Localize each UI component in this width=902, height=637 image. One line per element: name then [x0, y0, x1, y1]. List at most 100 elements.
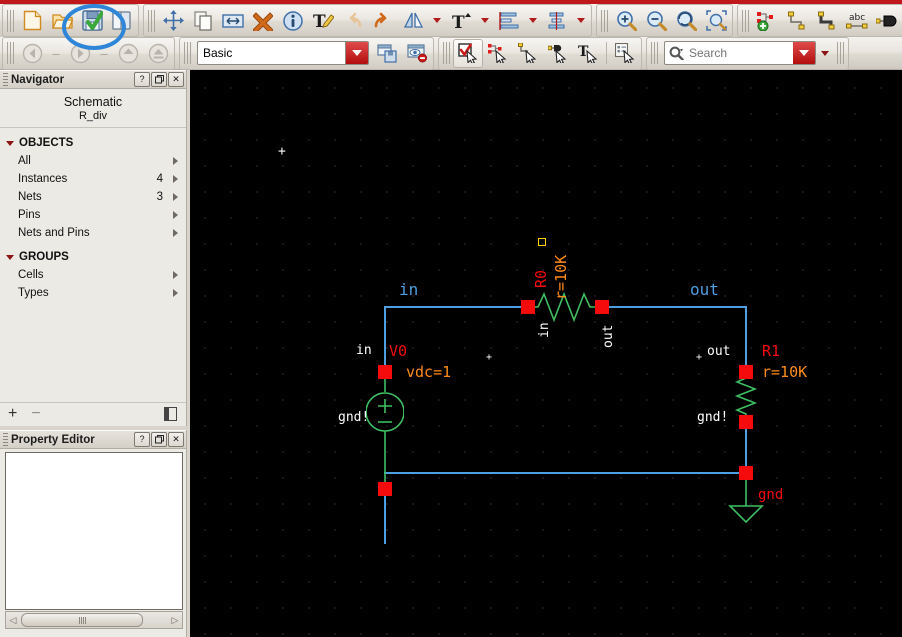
- wire-in-top[interactable]: [384, 306, 530, 308]
- search-dropdown-icon[interactable]: [793, 42, 815, 64]
- text-pencil-icon[interactable]: T: [308, 6, 338, 35]
- zoom-in-icon[interactable]: [611, 6, 641, 35]
- instance-label-v0[interactable]: V0: [389, 344, 407, 359]
- panel-grip[interactable]: [3, 73, 8, 86]
- toolbar-grip[interactable]: [7, 9, 15, 32]
- pin-v0-plus[interactable]: [378, 365, 392, 379]
- align-menu-caret[interactable]: [524, 6, 542, 35]
- toolbar-grip[interactable]: [742, 9, 750, 32]
- zoom-fit-icon[interactable]: [701, 6, 731, 35]
- pin-r1-bottom[interactable]: [739, 415, 753, 429]
- param-label-v0-vdc[interactable]: vdc=1: [406, 365, 451, 380]
- toolbar-grip[interactable]: [7, 42, 15, 64]
- tree-item-cells[interactable]: Cells: [0, 266, 186, 284]
- selection-handle[interactable]: [538, 238, 546, 246]
- tree-item-types[interactable]: Types: [0, 284, 186, 302]
- toolbar-grip[interactable]: [651, 42, 659, 64]
- chevron-right-icon[interactable]: [173, 193, 178, 201]
- pin-icon[interactable]: [872, 6, 902, 35]
- property-editor-hscrollbar[interactable]: ◁ ▷: [5, 611, 183, 629]
- view-mode-combo[interactable]: Basic: [197, 41, 369, 65]
- select-wire-cursor-icon[interactable]: [513, 39, 543, 68]
- search-options-caret[interactable]: [816, 39, 834, 68]
- instance-label-r0[interactable]: R0: [532, 270, 550, 288]
- pin-r0-right[interactable]: [595, 300, 609, 314]
- chevron-down-icon[interactable]: [6, 254, 14, 260]
- select-text-cursor-icon[interactable]: T: [573, 39, 603, 68]
- chevron-right-icon[interactable]: [173, 175, 178, 183]
- instance-label-r1[interactable]: R1: [762, 344, 780, 359]
- navigator-close-button[interactable]: ✕: [168, 72, 184, 87]
- toolbar-grip[interactable]: [443, 42, 451, 64]
- schematic-canvas[interactable]: in out in V0 vdc=1 gnd! R0 r=10K in out …: [190, 70, 902, 637]
- delete-x-icon[interactable]: [248, 6, 278, 35]
- param-label-r1-r[interactable]: r=10K: [762, 365, 807, 380]
- wire-out-top[interactable]: [602, 306, 746, 308]
- pin-v0-minus[interactable]: [378, 482, 392, 496]
- select-note-cursor-icon[interactable]: [610, 39, 640, 68]
- add-instance-icon[interactable]: [752, 6, 782, 35]
- toolbar-grip[interactable]: [184, 42, 192, 64]
- select-pin-cursor-icon[interactable]: [543, 39, 573, 68]
- tree-item-nets[interactable]: Nets 3: [0, 188, 186, 206]
- delete-window-icon[interactable]: [402, 39, 432, 68]
- chevron-right-icon[interactable]: [173, 229, 178, 237]
- distribute-menu-caret[interactable]: [572, 6, 590, 35]
- copy-pages-icon[interactable]: [188, 6, 218, 35]
- add-button[interactable]: +: [8, 406, 17, 422]
- param-label-r0-r[interactable]: r=10K: [552, 255, 570, 300]
- voltage-source-v0-symbol[interactable]: [366, 368, 404, 492]
- move-arrows-icon[interactable]: [158, 6, 188, 35]
- tree-item-all[interactable]: All: [0, 152, 186, 170]
- search-input[interactable]: [687, 45, 793, 61]
- chevron-down-icon[interactable]: [345, 42, 368, 64]
- panel-layout-icon[interactable]: [164, 407, 177, 421]
- align-rows-icon[interactable]: [494, 6, 524, 35]
- tree-group-groups[interactable]: GROUPS: [0, 248, 186, 266]
- chevron-right-icon[interactable]: [173, 157, 178, 165]
- panel-grip[interactable]: [3, 433, 8, 446]
- chevron-right-icon[interactable]: [173, 271, 178, 279]
- ground-label[interactable]: gnd: [758, 488, 783, 502]
- net-label-in[interactable]: in: [399, 282, 418, 298]
- chevron-down-icon[interactable]: [6, 140, 14, 146]
- save-check-icon[interactable]: [77, 6, 107, 35]
- tree-item-pins[interactable]: Pins: [0, 206, 186, 224]
- up-top-arrow-icon[interactable]: [143, 39, 173, 68]
- up-arrow-icon[interactable]: [113, 39, 143, 68]
- save-all-icon[interactable]: [107, 6, 137, 35]
- back-arrow-icon[interactable]: [17, 39, 47, 68]
- forward-menu-caret[interactable]: –: [95, 39, 113, 68]
- scroll-left-icon[interactable]: ◁: [6, 613, 20, 627]
- select-check-cursor-icon[interactable]: [453, 38, 483, 68]
- scroll-right-icon[interactable]: ▷: [168, 613, 182, 627]
- property-editor-float-button[interactable]: [151, 432, 167, 447]
- redo-arrow-icon[interactable]: [368, 6, 398, 35]
- property-editor-title-bar[interactable]: Property Editor ? ✕: [0, 430, 186, 449]
- search-box[interactable]: [664, 41, 816, 65]
- chevron-right-icon[interactable]: [173, 289, 178, 297]
- wire-bus-icon[interactable]: [812, 6, 842, 35]
- tree-item-nets-and-pins[interactable]: Nets and Pins: [0, 224, 186, 242]
- toolbar-grip[interactable]: [148, 9, 156, 32]
- toolbar-grip[interactable]: [837, 42, 845, 64]
- zoom-out-icon[interactable]: [641, 6, 671, 35]
- flip-menu-caret[interactable]: [428, 6, 446, 35]
- pin-r1-top[interactable]: [739, 365, 753, 379]
- open-folder-icon[interactable]: [47, 6, 77, 35]
- undo-arrow-icon[interactable]: [338, 6, 368, 35]
- save-window-icon[interactable]: [372, 39, 402, 68]
- property-editor-content[interactable]: [5, 452, 183, 610]
- tree-group-objects[interactable]: OBJECTS: [0, 134, 186, 152]
- navigator-float-button[interactable]: [151, 72, 167, 87]
- property-editor-help-button[interactable]: ?: [134, 432, 150, 447]
- property-editor-close-button[interactable]: ✕: [168, 432, 184, 447]
- wire-in-vertical[interactable]: [384, 306, 386, 371]
- info-circle-icon[interactable]: [278, 6, 308, 35]
- select-instance-cursor-icon[interactable]: [483, 39, 513, 68]
- pin-gnd-top[interactable]: [739, 466, 753, 480]
- net-label-out[interactable]: out: [690, 282, 719, 298]
- back-menu-caret[interactable]: –: [47, 39, 65, 68]
- text-up-menu-caret[interactable]: [476, 6, 494, 35]
- wire-out-vertical[interactable]: [745, 306, 747, 372]
